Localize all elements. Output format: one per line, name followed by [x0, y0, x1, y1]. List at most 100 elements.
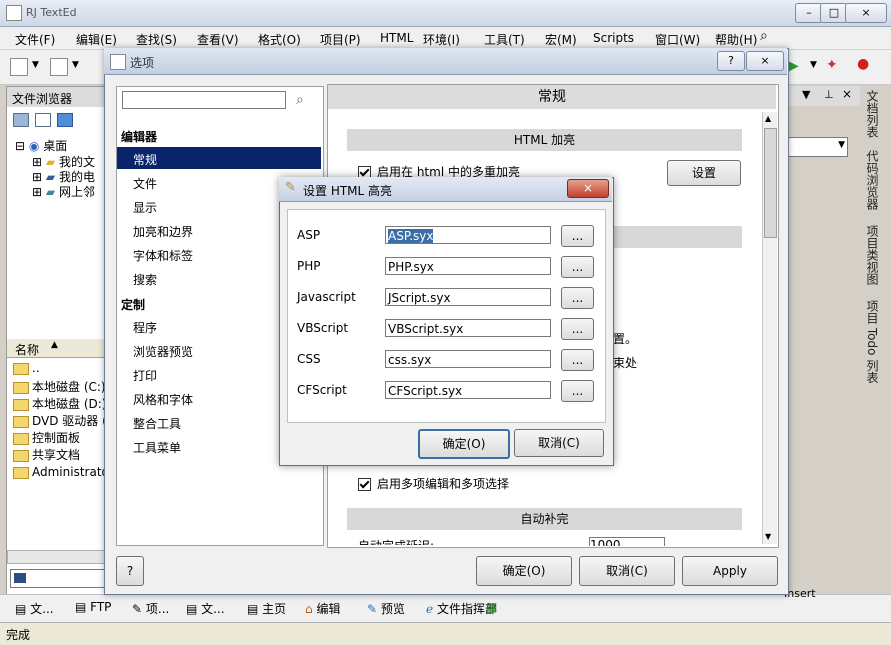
nav-item-styles-fonts[interactable]: 风格和字体	[133, 391, 193, 408]
record-macro-icon[interactable]: ✦	[826, 57, 838, 73]
vbscript-browse-button[interactable]: ...	[561, 318, 594, 340]
menu-help[interactable]: 帮助(H)	[715, 31, 757, 48]
file-list-header[interactable]: 名称 ▲	[7, 339, 106, 358]
new-file-icon[interactable]	[10, 58, 28, 76]
nav-item-display[interactable]: 显示	[133, 199, 157, 216]
list-item[interactable]: DVD 驱动器 (E	[13, 412, 107, 429]
scroll-down-icon[interactable]: ▼	[765, 532, 771, 541]
nav-item-tool-menu[interactable]: 工具菜单	[133, 439, 181, 456]
computer-icon[interactable]	[13, 113, 29, 127]
javascript-browse-button[interactable]: ...	[561, 287, 594, 309]
tab-code-browser[interactable]: 代码浏览器	[864, 150, 881, 210]
html-highlight-cancel-button[interactable]: 取消(C)	[514, 429, 604, 457]
list-item[interactable]: 控制面板	[13, 429, 107, 446]
scroll-thumb[interactable]	[764, 128, 777, 238]
path-input[interactable]	[10, 569, 108, 588]
dialog-help-button[interactable]: ?	[717, 51, 745, 71]
right-pane-header: ▼ ⊥ ×	[788, 86, 860, 106]
stop-icon[interactable]: ●	[857, 56, 869, 72]
pin-icon[interactable]: ⊥	[824, 88, 834, 101]
menu-tools[interactable]: 工具(T)	[484, 31, 525, 48]
asp-syntax-input[interactable]: ASP.syx	[385, 226, 551, 244]
php-browse-button[interactable]: ...	[561, 256, 594, 278]
menu-macro[interactable]: 宏(M)	[545, 31, 577, 48]
maximize-button[interactable]: □	[820, 3, 848, 23]
tab-ftp-browser[interactable]: ▤ FTP	[75, 600, 111, 614]
tab-project-class-view[interactable]: 项目类视图	[864, 225, 881, 285]
chevron-down-icon[interactable]: ▼	[810, 60, 817, 70]
search-icon[interactable]: ⌕	[760, 28, 768, 44]
tab-document-list[interactable]: 文档列表	[864, 90, 881, 138]
tab-file-commander[interactable]: ▦	[486, 600, 497, 614]
nav-item-print[interactable]: 打印	[133, 367, 157, 384]
run-icon[interactable]: ▶	[788, 58, 799, 74]
css-syntax-input[interactable]: css.syx	[385, 350, 551, 368]
menu-file[interactable]: 文件(F)	[15, 31, 55, 48]
tab-doc[interactable]: ▤ 主页	[247, 600, 286, 617]
javascript-syntax-input[interactable]: JScript.syx	[385, 288, 551, 306]
html-highlight-ok-button[interactable]: 确定(O)	[418, 429, 510, 459]
multi-edit-checkbox[interactable]: 启用多项编辑和多项选择	[358, 475, 509, 492]
right-dropdown[interactable]: ▼	[788, 137, 848, 157]
tab-ftp[interactable]: ✎ 项...	[132, 600, 169, 617]
menu-search[interactable]: 查找(S)	[136, 31, 177, 48]
menu-window[interactable]: 窗口(W)	[655, 31, 700, 48]
nav-item-search[interactable]: 搜索	[133, 271, 157, 288]
tab-project-todo[interactable]: 项目 Todo 列表	[864, 300, 881, 383]
menu-html[interactable]: HTML	[380, 31, 413, 45]
cfscript-syntax-input[interactable]: CFScript.syx	[385, 381, 551, 399]
html-highlight-close-button[interactable]: ×	[567, 179, 609, 198]
cfscript-browse-button[interactable]: ...	[561, 380, 594, 402]
tab-project[interactable]: ▤ 文...	[186, 600, 225, 617]
menu-view[interactable]: 查看(V)	[197, 31, 239, 48]
list-item[interactable]: Administrator的	[13, 463, 107, 480]
horizontal-scrollbar[interactable]	[7, 550, 108, 564]
dropdown-icon[interactable]: ▼	[802, 88, 810, 101]
scroll-up-icon[interactable]: ▲	[765, 114, 771, 123]
tab-edit[interactable]: ✎ 预览	[367, 600, 405, 617]
tab-home[interactable]: ⌂ 编辑	[305, 600, 340, 617]
search-icon[interactable]: ⌕	[296, 92, 304, 108]
refresh-icon[interactable]	[57, 113, 73, 127]
settings-scrollbar[interactable]: ▲ ▼	[762, 112, 777, 544]
menu-scripts[interactable]: Scripts	[593, 31, 634, 45]
nav-item-general[interactable]: 常规	[133, 151, 157, 168]
list-item[interactable]: ..	[13, 361, 107, 378]
css-browse-button[interactable]: ...	[561, 349, 594, 371]
menu-project[interactable]: 项目(P)	[320, 31, 361, 48]
settings-button[interactable]: 设置	[667, 160, 741, 186]
tree-item-network[interactable]: ⊞ ▰ 网上邻	[32, 183, 95, 200]
minimize-button[interactable]: –	[795, 3, 823, 23]
options-ok-button[interactable]: 确定(O)	[476, 556, 572, 586]
menu-edit[interactable]: 编辑(E)	[76, 31, 117, 48]
open-file-icon[interactable]	[50, 58, 68, 76]
options-cancel-button[interactable]: 取消(C)	[579, 556, 675, 586]
nav-item-highlight-margins[interactable]: 加亮和边界	[133, 223, 193, 240]
close-icon[interactable]: ×	[842, 87, 852, 101]
menu-format[interactable]: 格式(O)	[258, 31, 301, 48]
vbscript-syntax-input[interactable]: VBScript.syx	[385, 319, 551, 337]
nav-item-browser-preview[interactable]: 浏览器预览	[133, 343, 193, 360]
options-search-input[interactable]	[122, 91, 286, 109]
nav-item-file[interactable]: 文件	[133, 175, 157, 192]
close-button[interactable]: ×	[845, 3, 887, 23]
document-icon[interactable]	[35, 113, 51, 127]
tab-file-browser[interactable]: ▤ 文...	[15, 600, 54, 617]
nav-item-programs[interactable]: 程序	[133, 319, 157, 336]
autocomplete-delay-input[interactable]: 1000	[589, 537, 665, 546]
list-item[interactable]: 本地磁盘 (D:)	[13, 395, 107, 412]
nav-item-fonts-tabs[interactable]: 字体和标签	[133, 247, 193, 264]
folder-icon	[13, 398, 29, 411]
asp-browse-button[interactable]: ...	[561, 225, 594, 247]
tree-item-desktop[interactable]: ⊟ ◉ 桌面	[15, 137, 67, 154]
options-help-button[interactable]: ?	[116, 556, 144, 586]
list-item[interactable]: 本地磁盘 (C:)	[13, 378, 107, 395]
php-syntax-input[interactable]: PHP.syx	[385, 257, 551, 275]
dialog-close-button[interactable]: ×	[746, 51, 784, 71]
chevron-down-icon[interactable]: ▼	[32, 60, 39, 70]
chevron-down-icon[interactable]: ▼	[72, 60, 79, 70]
list-item[interactable]: 共享文档	[13, 446, 107, 463]
options-apply-button[interactable]: Apply	[682, 556, 778, 586]
menu-environment[interactable]: 环境(I)	[423, 31, 460, 48]
nav-item-integration-tools[interactable]: 整合工具	[133, 415, 181, 432]
